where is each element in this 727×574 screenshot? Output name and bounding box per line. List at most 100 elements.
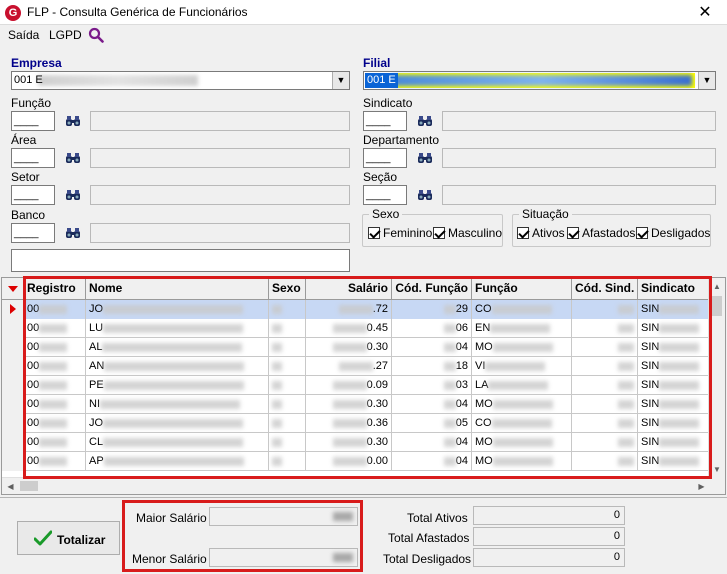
- scroll-corner: [708, 477, 725, 494]
- chevron-down-icon[interactable]: ▼: [698, 72, 715, 89]
- binoculars-icon[interactable]: [65, 225, 81, 241]
- cell-col2: [269, 319, 306, 338]
- cell-sindicato: SIN: [638, 338, 710, 357]
- redacted-text: [332, 418, 367, 428]
- binoculars-icon[interactable]: [417, 113, 433, 129]
- col-cod-funcao[interactable]: Cód. Função: [392, 278, 472, 299]
- ativos-checkbox[interactable]: Ativos: [517, 226, 565, 240]
- scroll-up-icon[interactable]: ▲: [709, 278, 725, 295]
- cell-text: 06: [455, 322, 468, 334]
- scroll-down-icon[interactable]: ▼: [709, 461, 725, 478]
- vertical-scrollbar[interactable]: ▲ ▼: [708, 278, 725, 478]
- row-indicator[interactable]: [2, 357, 24, 376]
- cell-registro: 00: [24, 452, 86, 471]
- hscroll-thumb[interactable]: [20, 481, 38, 491]
- cell-cod_funcao: 29: [392, 300, 472, 319]
- area-code-input[interactable]: ____: [11, 148, 55, 168]
- search-icon[interactable]: [88, 27, 104, 43]
- situacao-group: Situação Ativos Afastados Desligados: [512, 207, 711, 247]
- cell-text: SIN: [641, 398, 660, 410]
- chevron-down-icon[interactable]: ▼: [332, 72, 349, 89]
- col-funcao[interactable]: Função: [472, 278, 572, 299]
- col-sindicato[interactable]: Sindicato: [638, 278, 710, 299]
- cell-col6: [572, 376, 638, 395]
- cell-nome: AN: [86, 357, 269, 376]
- binoculars-icon[interactable]: [65, 113, 81, 129]
- table-row[interactable]: 00 CL 0.30 04 MO SIN: [2, 433, 710, 452]
- row-indicator[interactable]: [2, 395, 24, 414]
- table-row[interactable]: 00 AL 0.30 04 MO SIN: [2, 338, 710, 357]
- banco-code-input[interactable]: ____: [11, 223, 55, 243]
- redacted-text: [103, 323, 244, 333]
- cell-registro: 00: [24, 319, 86, 338]
- cell-nome: JO: [86, 300, 269, 319]
- cell-nome: NI: [86, 395, 269, 414]
- col-nome[interactable]: Nome: [86, 278, 269, 299]
- table-row[interactable]: 00 AN .27 18 VI SIN: [2, 357, 710, 376]
- redacted-text: [39, 342, 68, 352]
- funcao-code-input[interactable]: ____: [11, 111, 55, 131]
- redacted-text: [103, 418, 244, 428]
- menu-lgpd[interactable]: LGPD: [49, 28, 82, 42]
- grid-corner[interactable]: [2, 278, 24, 299]
- row-indicator[interactable]: [2, 300, 24, 319]
- sindicato-code-input[interactable]: ____: [363, 111, 407, 131]
- row-indicator[interactable]: [2, 414, 24, 433]
- binoculars-icon[interactable]: [417, 150, 433, 166]
- cell-sindicato: SIN: [638, 395, 710, 414]
- cell-col6: [572, 452, 638, 471]
- row-indicator[interactable]: [2, 452, 24, 471]
- binoculars-icon[interactable]: [417, 187, 433, 203]
- afastados-checkbox[interactable]: Afastados: [567, 226, 635, 240]
- totalizar-button[interactable]: Totalizar: [17, 521, 120, 555]
- redacted-text: [618, 418, 634, 428]
- departamento-code-input[interactable]: ____: [363, 148, 407, 168]
- redacted-text: [443, 418, 456, 428]
- empresa-select[interactable]: 001 E ▼: [11, 71, 350, 90]
- close-button[interactable]: ✕: [683, 0, 727, 25]
- col-registro[interactable]: Registro: [24, 278, 86, 299]
- redacted-text: [618, 399, 634, 409]
- table-row[interactable]: 00 PE 0.09 03 LA SIN: [2, 376, 710, 395]
- masculino-checkbox[interactable]: Masculino: [433, 226, 502, 240]
- cell-text: SIN: [641, 455, 660, 467]
- scroll-thumb[interactable]: [712, 296, 722, 316]
- row-indicator[interactable]: [2, 376, 24, 395]
- cell-text: MO: [475, 455, 493, 467]
- feminino-checkbox[interactable]: Feminino: [368, 226, 432, 240]
- horizontal-scrollbar[interactable]: ◀ ▶: [2, 477, 710, 494]
- cell-col2: [269, 338, 306, 357]
- desligados-checkbox[interactable]: Desligados: [636, 226, 710, 240]
- setor-code-input[interactable]: ____: [11, 185, 55, 205]
- extra-text-field[interactable]: [11, 249, 350, 272]
- filial-select[interactable]: 001 E ▼: [363, 71, 716, 90]
- secao-code-input[interactable]: ____: [363, 185, 407, 205]
- binoculars-icon[interactable]: [65, 187, 81, 203]
- menu-saida[interactable]: Saída: [8, 28, 39, 42]
- scroll-left-icon[interactable]: ◀: [2, 478, 19, 494]
- row-indicator[interactable]: [2, 433, 24, 452]
- cell-text: 0.45: [366, 322, 388, 334]
- row-indicator[interactable]: [2, 338, 24, 357]
- table-row[interactable]: 00 AP 0.00 04 MO SIN: [2, 452, 710, 471]
- table-row[interactable]: 00 LU 0.45 06 EN SIN: [2, 319, 710, 338]
- col-cod-sind[interactable]: Cód. Sind.: [572, 278, 638, 299]
- cell-col6: [572, 395, 638, 414]
- redacted-text: [491, 304, 552, 314]
- employee-grid[interactable]: Registro Nome Sexo Salário Cód. Função F…: [1, 277, 726, 495]
- table-row[interactable]: 00 JO 0.36 05 CO SIN: [2, 414, 710, 433]
- redacted-text: [272, 304, 282, 314]
- table-row[interactable]: 00 JO .72 29 CO SIN: [2, 300, 710, 319]
- table-row[interactable]: 00 NI 0.30 04 MO SIN: [2, 395, 710, 414]
- cell-text: 00: [27, 379, 40, 391]
- redacted-text: [492, 456, 553, 466]
- row-indicator[interactable]: [2, 319, 24, 338]
- cell-col6: [572, 338, 638, 357]
- redacted-text: [39, 361, 68, 371]
- cell-col2: [269, 376, 306, 395]
- binoculars-icon[interactable]: [65, 150, 81, 166]
- cell-sindicato: SIN: [638, 433, 710, 452]
- cell-cod_funcao: 06: [392, 319, 472, 338]
- col-salario[interactable]: Salário: [306, 278, 392, 299]
- col-sexo[interactable]: Sexo: [269, 278, 306, 299]
